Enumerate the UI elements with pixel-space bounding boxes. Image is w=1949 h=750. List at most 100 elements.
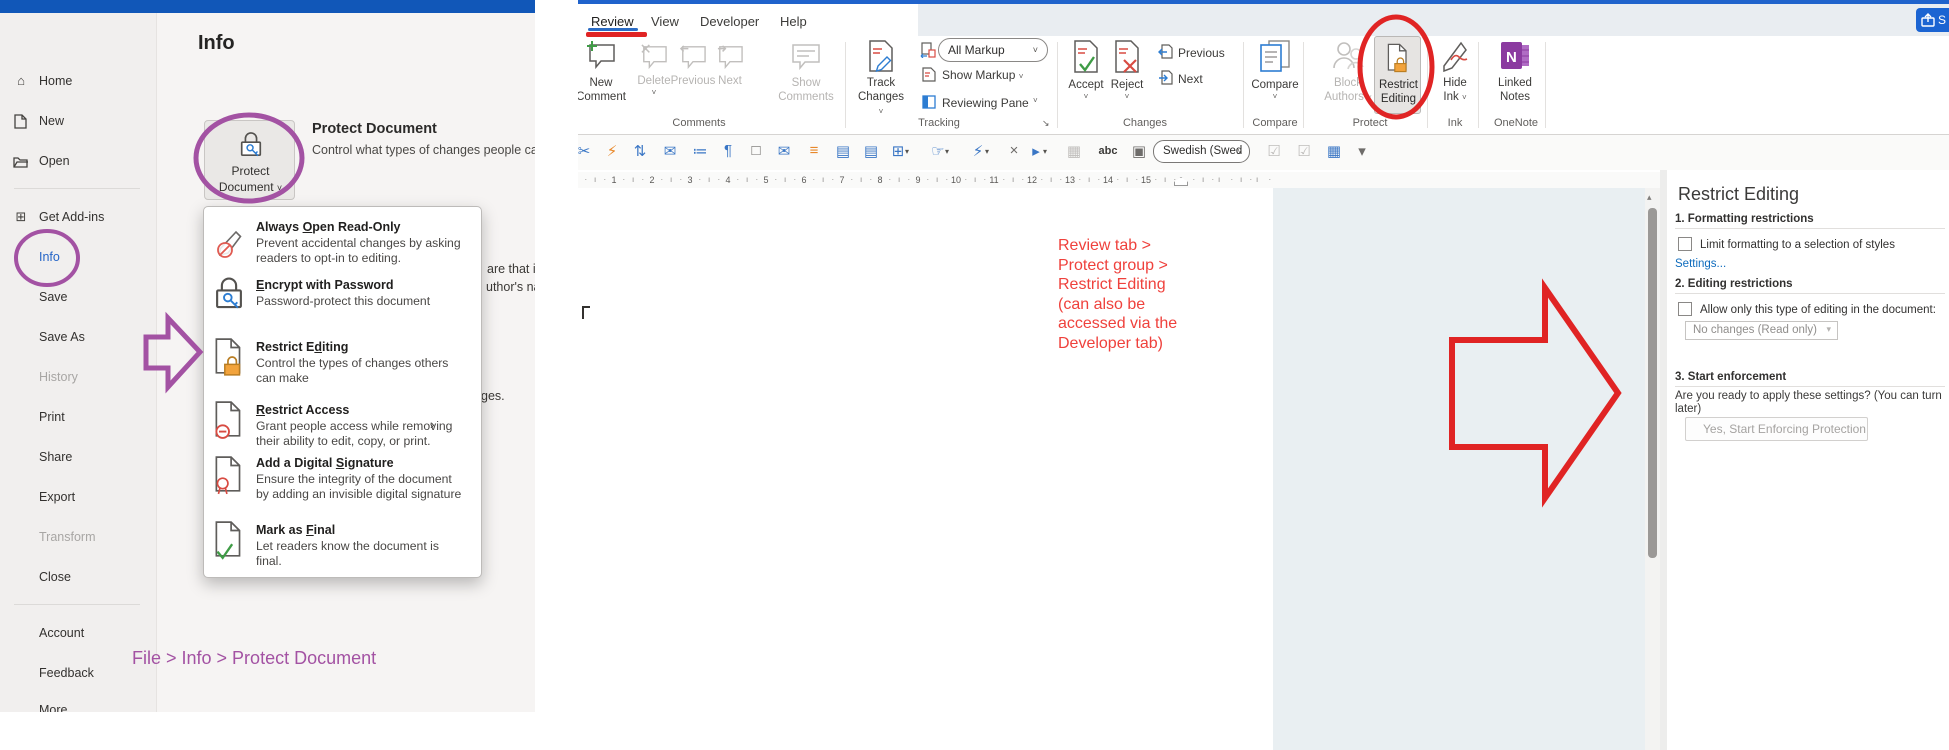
- sidebar-item-more[interactable]: More: [39, 703, 67, 712]
- sidebar-item-save-as[interactable]: Save As: [39, 330, 85, 344]
- ruler-tick: ·: [1135, 175, 1139, 184]
- mail-merge-icon[interactable]: ✉: [658, 142, 682, 160]
- tab-developer[interactable]: Developer: [700, 14, 759, 29]
- pane-title: Restrict Editing: [1678, 184, 1800, 204]
- dropdown-caret-icon[interactable]: ▾: [1043, 147, 1047, 156]
- ruler-tick: ı: [1050, 175, 1053, 184]
- sort-icon[interactable]: ⇅: [628, 142, 652, 160]
- sidebar-item-account[interactable]: Account: [39, 626, 84, 640]
- dropdown-caret-icon: ˅: [1018, 72, 1024, 81]
- tab-review[interactable]: Review: [591, 14, 634, 29]
- sidebar-item-info[interactable]: Info: [39, 250, 60, 264]
- ruler-number: 14: [1102, 175, 1113, 185]
- sidebar-item-export[interactable]: Export: [39, 490, 75, 504]
- more-options-icon[interactable]: ▾: [1350, 142, 1374, 160]
- ruler-tick: ı: [1164, 175, 1167, 184]
- dialog-icon[interactable]: ▣: [1127, 142, 1151, 160]
- linked-notes-button[interactable]: N Linked Notes: [1491, 40, 1539, 104]
- sidebar-item-close[interactable]: Close: [39, 570, 71, 584]
- hide-ink-icon: [1443, 41, 1468, 73]
- ruler-tick: ·: [1021, 175, 1025, 184]
- dropdown-caret-icon[interactable]: ˅: [1033, 96, 1038, 105]
- start-enforcing-button[interactable]: Yes, Start Enforcing Protection: [1685, 417, 1868, 441]
- ruler-tick: ı: [594, 175, 597, 184]
- ruler-tick: ı: [746, 175, 749, 184]
- settings-link[interactable]: Settings...: [1675, 258, 1726, 270]
- ruler-tick: ı: [974, 175, 977, 184]
- ruler-number: 1: [611, 175, 617, 185]
- enforcement-text-line1: Are you ready to apply these settings? (…: [1675, 390, 1942, 402]
- compare-button[interactable]: Compare ˅: [1250, 40, 1300, 102]
- horizontal-ruler[interactable]: · ı · 1 · ı · 2 · ı · 3 · ı · 4 · ı · 5 · ı · 6 · ı · 7 · ı · 8 · ı · 9 · ı · 1…: [578, 172, 1660, 188]
- next-change-button[interactable]: Next: [1178, 72, 1203, 86]
- envelope-icon[interactable]: ✉: [772, 142, 796, 160]
- ruler-tick: ·: [945, 175, 949, 184]
- section-rule: [1675, 386, 1945, 387]
- formatting-marks-icon[interactable]: ¶: [716, 142, 740, 159]
- composite-screenshot: ← ⌂Home New Open ⊞Get Add-ins Info Save …: [0, 0, 1949, 750]
- section-rule: [1675, 228, 1945, 229]
- sidebar-divider: [14, 604, 140, 605]
- autoformat-table-icon[interactable]: ▦: [1062, 142, 1086, 160]
- ruler-tick: ·: [1097, 175, 1101, 184]
- spelling-icon[interactable]: abc: [1094, 145, 1122, 157]
- sidebar-item-home[interactable]: ⌂ Home: [17, 73, 72, 88]
- sidebar-item-save[interactable]: Save: [39, 290, 68, 304]
- page-view-icon[interactable]: ▤: [859, 142, 883, 160]
- accept-change-icon[interactable]: ☑: [1262, 142, 1286, 160]
- tab-view[interactable]: View: [651, 14, 679, 29]
- block-authors-button[interactable]: Block Authors ˅: [1323, 40, 1373, 105]
- track-changes-button[interactable]: Track Changes ˅: [856, 40, 906, 119]
- sidebar-item-open[interactable]: Open: [13, 154, 70, 168]
- show-comments-button[interactable]: Show Comments: [776, 42, 836, 104]
- dropdown-caret-icon[interactable]: ▾: [905, 147, 909, 156]
- new-comment-button[interactable]: New Comment: [578, 40, 631, 104]
- accept-button[interactable]: Accept ˅: [1062, 40, 1110, 102]
- ruler-tick: ·: [603, 175, 607, 184]
- hide-ink-button[interactable]: Hide Ink ˅: [1431, 40, 1479, 105]
- sidebar-item-share[interactable]: Share: [39, 450, 72, 464]
- add-ins-grid-icon: ⊞: [15, 209, 27, 224]
- sidebar-item-print[interactable]: Print: [39, 410, 65, 424]
- borders-icon[interactable]: ▦: [1322, 142, 1346, 160]
- ruler-number: 8: [877, 175, 883, 185]
- tab-help[interactable]: Help: [780, 14, 807, 29]
- bullet-list-icon[interactable]: ≔: [688, 142, 712, 160]
- scrollbar-thumb[interactable]: [1648, 208, 1657, 558]
- share-button[interactable]: S: [1916, 8, 1949, 32]
- reject-button[interactable]: Reject ˅: [1105, 40, 1149, 102]
- protect-document-button[interactable]: Protect Document ˅: [204, 120, 295, 200]
- protect-check-icon[interactable]: ☑: [1292, 142, 1316, 160]
- scrollbar-up-icon[interactable]: ▴: [1647, 192, 1652, 203]
- restrict-editing-icon: [1387, 43, 1407, 73]
- dropdown-caret-icon[interactable]: ▾: [985, 147, 989, 156]
- show-markup-menu[interactable]: Show Markup ˅: [942, 68, 1023, 82]
- cut-icon[interactable]: ✂: [578, 142, 596, 160]
- print-preview-icon[interactable]: ▤: [831, 142, 855, 160]
- allow-editing-checkbox[interactable]: [1678, 302, 1692, 316]
- share-icon: [1921, 13, 1935, 27]
- autotext-icon[interactable]: ⚡: [600, 142, 624, 160]
- reviewing-pane-menu[interactable]: Reviewing Pane: [942, 96, 1029, 110]
- restrict-editing-button[interactable]: Restrict Editing: [1374, 36, 1421, 114]
- previous-change-button[interactable]: Previous: [1178, 46, 1225, 60]
- dropdown-caret-icon[interactable]: ▾: [945, 147, 949, 156]
- ruler-tick: ı: [1240, 175, 1243, 184]
- sidebar-item-get-add-ins[interactable]: ⊞ Get Add-ins: [16, 209, 105, 224]
- group-label-changes: Changes: [1122, 117, 1168, 129]
- limit-formatting-checkbox[interactable]: [1678, 237, 1692, 251]
- highlight-lines-icon[interactable]: ≡: [802, 142, 826, 159]
- close-icon[interactable]: ×: [1002, 142, 1026, 159]
- document-background: [1273, 188, 1645, 750]
- language-select[interactable]: Swedish (Swed ˅: [1153, 140, 1250, 163]
- sidebar-item-feedback[interactable]: Feedback: [39, 666, 94, 680]
- ruler-tick: ı: [670, 175, 673, 184]
- show-markup-icon: [922, 67, 936, 82]
- dialog-launcher-icon[interactable]: ↘: [1042, 118, 1050, 129]
- display-for-review-select[interactable]: All Markup ˅: [938, 38, 1048, 62]
- ruler-tick: ı: [784, 175, 787, 184]
- next-comment-button[interactable]: Next: [708, 44, 752, 88]
- sidebar-item-new[interactable]: New: [14, 114, 64, 129]
- editing-type-select[interactable]: No changes (Read only) ▾: [1685, 321, 1838, 340]
- new-document-icon[interactable]: □: [744, 142, 768, 159]
